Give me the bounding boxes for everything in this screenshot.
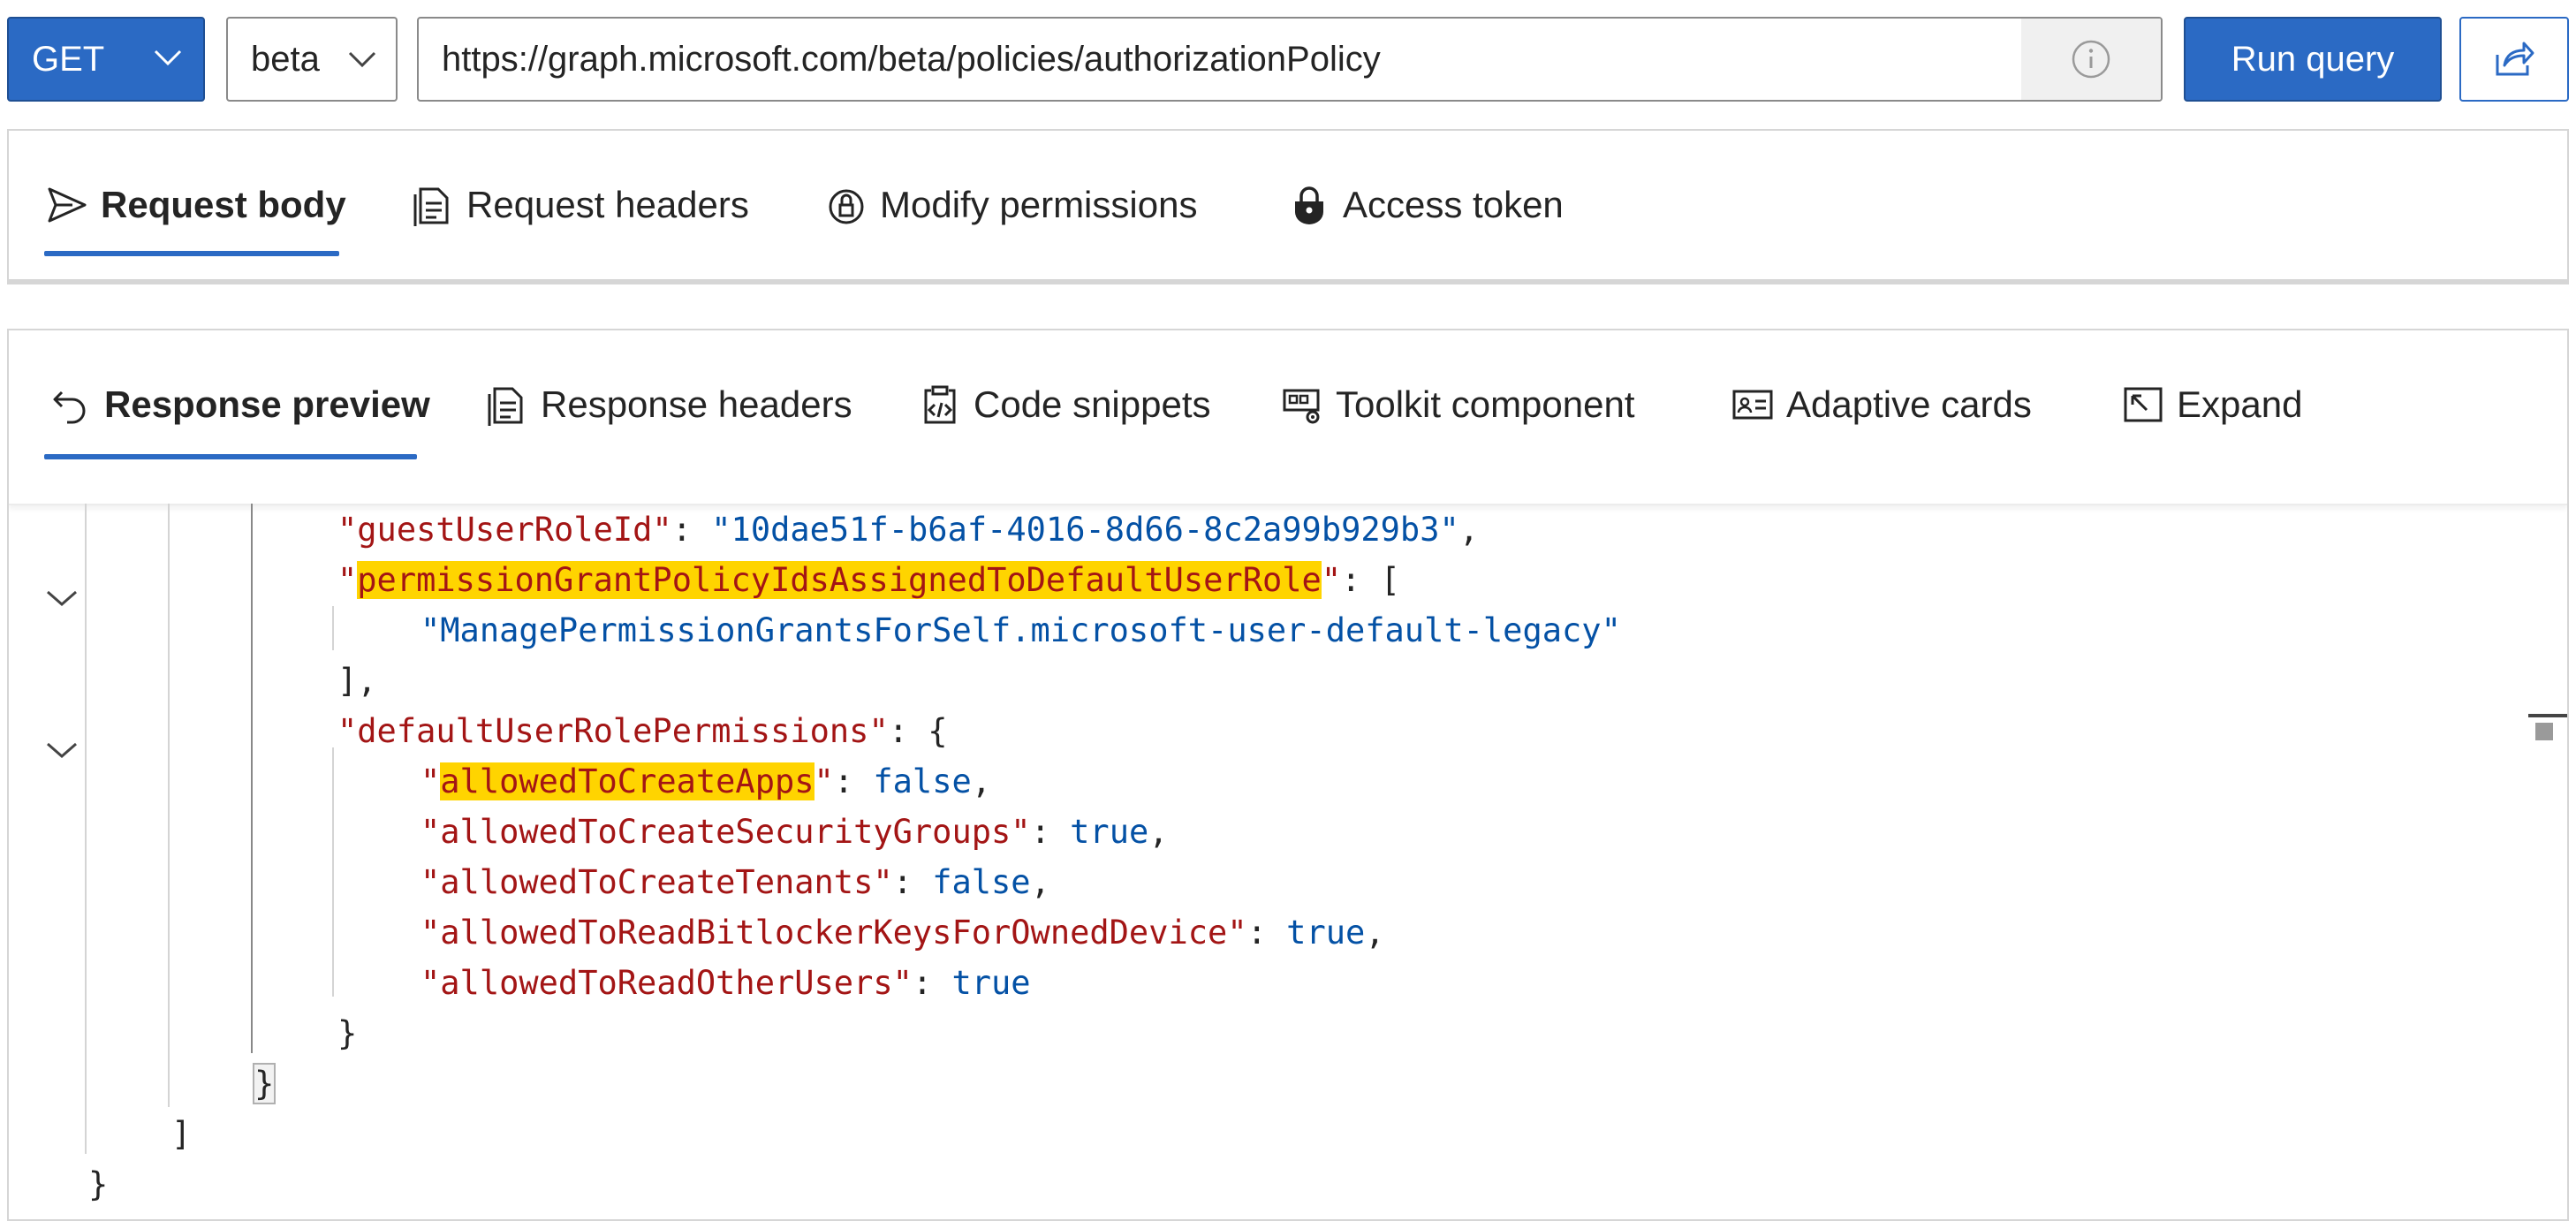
response-tab-bar: Response preview Response headers Code s… [9, 330, 2567, 505]
json-line: ] [171, 1115, 192, 1153]
tab-label: Request headers [466, 184, 749, 225]
toolkit-icon [1283, 389, 1320, 424]
json-line: "defaultUserRolePermissions": { [337, 712, 948, 750]
run-query-button[interactable]: Run query [2184, 17, 2442, 102]
clipboard-code-icon [924, 385, 956, 424]
tab-response-headers[interactable]: Response headers [486, 378, 852, 431]
json-line: "allowedToReadBitlockerKeysForOwnedDevic… [420, 914, 1385, 952]
json-key-highlighted: permissionGrantPolicyIdsAssignedToDefaul… [357, 561, 1322, 599]
response-panel: Response preview Response headers Code s… [7, 329, 2569, 1221]
json-key: allowedToCreateTenants [440, 863, 874, 901]
api-version-label: beta [251, 39, 320, 79]
json-key-highlighted: allowedToCreateApps [440, 762, 814, 800]
indent-guide [85, 504, 87, 1154]
tab-label: Code snippets [974, 383, 1211, 425]
indent-guide [251, 504, 253, 1053]
json-key: defaultUserRolePermissions [357, 712, 869, 750]
json-line: } [337, 1014, 358, 1052]
contact-card-icon [1732, 390, 1773, 420]
tab-toolkit-component[interactable]: Toolkit component [1281, 378, 1635, 431]
json-line: "ManagePermissionGrantsForSelf.microsoft… [420, 611, 1621, 649]
tab-label: Adaptive cards [1786, 383, 2032, 425]
json-bool-value: true [1070, 813, 1149, 851]
json-line: } [252, 1063, 277, 1104]
tab-code-snippets[interactable]: Code snippets [919, 378, 1211, 431]
tab-label: Response preview [104, 383, 430, 425]
http-method-label: GET [32, 39, 105, 79]
response-json-viewer[interactable]: "guestUserRoleId": "10dae51f-b6af-4016-8… [9, 504, 2567, 1219]
url-field [417, 17, 2163, 102]
json-line: "allowedToCreateApps": false, [420, 762, 992, 800]
json-key: guestUserRoleId [357, 511, 653, 549]
http-method-dropdown[interactable]: GET [7, 17, 205, 102]
json-line: "allowedToCreateSecurityGroups": true, [420, 813, 1169, 851]
json-line: "permissionGrantPolicyIdsAssignedToDefau… [337, 561, 1400, 599]
json-bool-value: false [932, 863, 1031, 901]
indent-guide [332, 606, 334, 650]
query-url-input[interactable] [419, 19, 2021, 100]
json-line: ], [337, 662, 377, 700]
document-icon [413, 187, 449, 226]
api-version-dropdown[interactable]: beta [226, 17, 398, 102]
tab-access-token[interactable]: Access token [1288, 178, 1564, 231]
tab-adaptive-cards[interactable]: Adaptive cards [1731, 378, 2032, 431]
share-icon [2496, 42, 2534, 76]
request-panel: Request body Request headers Modify perm… [7, 129, 2569, 284]
tab-request-body[interactable]: Request body [46, 178, 346, 231]
tab-label: Response headers [541, 383, 852, 425]
tab-modify-permissions[interactable]: Modify permissions [825, 178, 1197, 231]
json-key: allowedToCreateSecurityGroups [440, 813, 1011, 851]
json-bool-value: true [951, 964, 1031, 1002]
share-button[interactable] [2459, 17, 2569, 102]
json-bool-value: false [873, 762, 972, 800]
minimap-marker [2528, 714, 2567, 740]
info-button[interactable] [2021, 19, 2161, 100]
json-line: } [88, 1165, 109, 1203]
tab-label: Expand [2177, 383, 2303, 425]
tab-label: Access token [1343, 184, 1564, 225]
json-key: allowedToReadOtherUsers [440, 964, 893, 1002]
undo-arrow-icon [53, 391, 86, 424]
document-icon [488, 387, 523, 426]
json-string-value: ManagePermissionGrantsForSelf.microsoft-… [440, 611, 1602, 649]
json-bool-value: true [1286, 914, 1366, 952]
json-key: allowedToReadBitlockerKeysForOwnedDevice [440, 914, 1228, 952]
json-line: "guestUserRoleId": "10dae51f-b6af-4016-8… [337, 511, 1480, 549]
lock-shield-icon [829, 189, 864, 224]
tab-expand[interactable]: Expand [2122, 378, 2302, 431]
fold-chevron-icon[interactable] [44, 587, 80, 610]
info-icon [2072, 40, 2110, 79]
active-tab-indicator [44, 251, 339, 256]
json-string-value: 10dae51f-b6af-4016-8d66-8c2a99b929b3 [731, 511, 1440, 549]
tab-request-headers[interactable]: Request headers [412, 178, 749, 231]
fold-chevron-icon[interactable] [44, 739, 80, 762]
indent-guide [168, 504, 170, 1107]
chevron-down-icon [348, 51, 376, 68]
send-icon [48, 187, 87, 223]
expand-icon [2124, 387, 2163, 422]
tab-response-preview[interactable]: Response preview [49, 378, 430, 431]
lock-icon [1295, 186, 1323, 224]
json-line: "allowedToReadOtherUsers": true [420, 964, 1031, 1002]
active-tab-indicator [44, 454, 417, 459]
tab-label: Request body [101, 184, 346, 225]
chevron-down-icon [154, 49, 182, 66]
tab-label: Toolkit component [1336, 383, 1635, 425]
json-line: "allowedToCreateTenants": false, [420, 863, 1050, 901]
tab-label: Modify permissions [880, 184, 1198, 225]
indent-guide [332, 747, 334, 997]
